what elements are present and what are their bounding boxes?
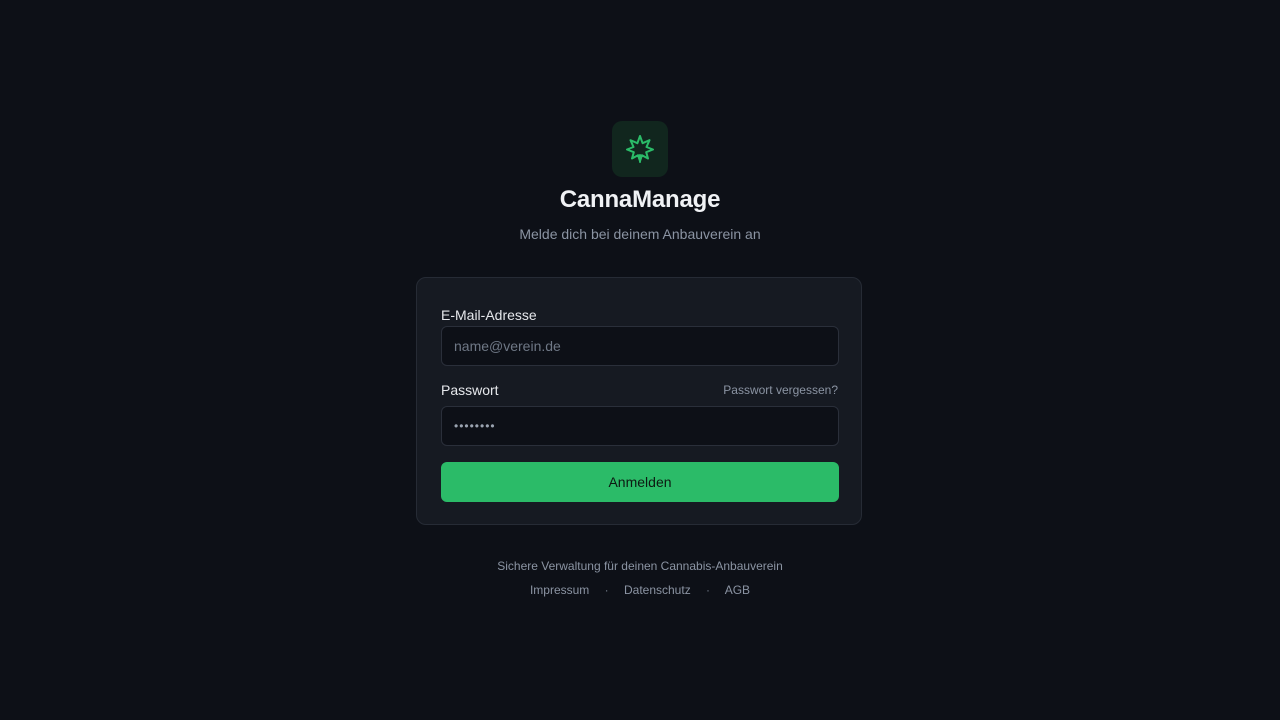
footer-link-datenschutz[interactable]: Datenschutz — [624, 583, 691, 597]
login-subtitle: Melde dich bei deinem Anbauverein an — [519, 226, 761, 242]
app-title: CannaManage — [559, 186, 721, 213]
password-label: Passwort — [441, 382, 499, 398]
footer-separator: · — [604, 583, 609, 597]
footer-tagline: Sichere Verwaltung für deinen Cannabis-A… — [497, 559, 783, 573]
login-card: E-Mail-Adresse Passwort Passwort vergess… — [416, 277, 862, 525]
login-page: CannaManage Melde dich bei deinem Anbauv… — [0, 0, 1280, 720]
footer-link-impressum[interactable]: Impressum — [530, 583, 589, 597]
email-label: E-Mail-Adresse — [441, 307, 537, 323]
password-mask: •••••••• — [454, 419, 496, 433]
footer-separator: · — [706, 583, 711, 597]
login-button[interactable]: Anmelden — [441, 462, 839, 502]
email-input[interactable] — [441, 326, 839, 366]
forgot-password-link[interactable]: Passwort vergessen? — [723, 383, 838, 397]
footer-link-agb[interactable]: AGB — [725, 583, 750, 597]
footer-links: Impressum · Datenschutz · AGB — [0, 583, 1280, 597]
cannabis-leaf-icon — [626, 135, 654, 163]
password-input[interactable]: •••••••• — [441, 406, 839, 446]
app-logo — [612, 121, 668, 177]
